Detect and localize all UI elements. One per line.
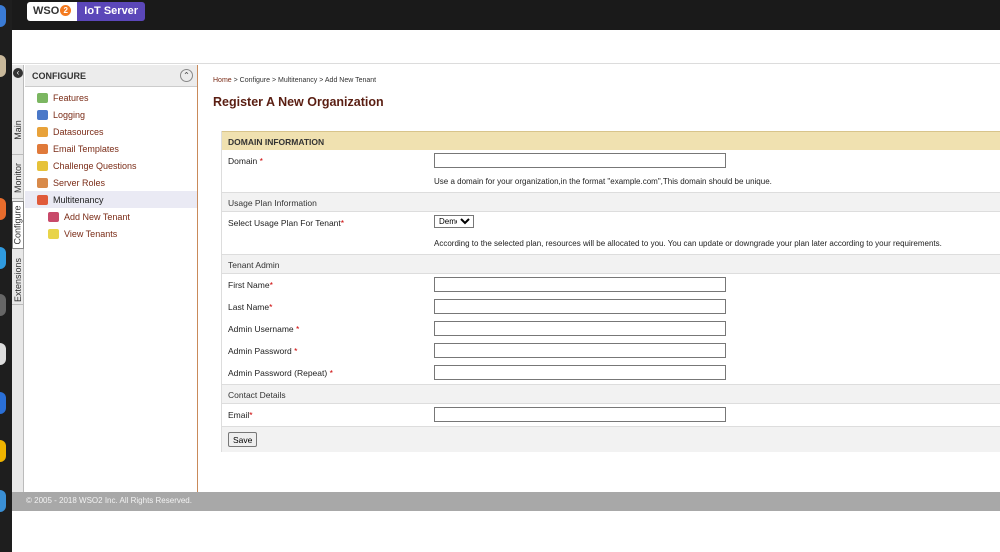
form-actions: Save: [222, 426, 1000, 452]
menu-item-email-templates[interactable]: Email Templates: [25, 140, 197, 157]
domain-row: Domain *: [222, 150, 1000, 172]
menu-item-multitenancy[interactable]: Multitenancy: [25, 191, 197, 208]
key-icon: [37, 160, 48, 171]
last-name-row: Last Name*: [222, 296, 1000, 318]
section-usage-plan: Usage Plan Information: [222, 192, 1000, 212]
section-contact-details: Contact Details: [222, 384, 1000, 404]
page-title: Register A New Organization: [213, 95, 384, 109]
admin-password-input[interactable]: [434, 343, 726, 358]
menu-item-server-roles[interactable]: Server Roles: [25, 174, 197, 191]
app-window: WSO 2 IoT Server ‹ Main Monitor Configure…: [12, 0, 1000, 552]
os-dock: [0, 0, 12, 552]
left-menu: CONFIGURE ⌃ Features Logging Datasources…: [25, 65, 198, 492]
usage-plan-row: Select Usage Plan For Tenant* Demo: [222, 212, 1000, 234]
dock-app-icon[interactable]: [0, 294, 6, 316]
main-content: Home > Configure > Multitenancy > Add Ne…: [199, 65, 1000, 492]
dock-app-icon[interactable]: [0, 5, 6, 27]
last-name-input[interactable]: [434, 299, 726, 314]
email-input[interactable]: [434, 407, 726, 422]
usage-plan-hint: According to the selected plan, resource…: [434, 239, 942, 248]
dock-app-icon[interactable]: [0, 392, 6, 414]
admin-username-input[interactable]: [434, 321, 726, 336]
multitenancy-icon: [37, 194, 48, 205]
tab-extensions[interactable]: Extensions: [12, 255, 24, 305]
breadcrumb-home-link[interactable]: Home: [213, 77, 232, 84]
tab-monitor[interactable]: Monitor: [12, 157, 24, 199]
section-tenant-admin: Tenant Admin: [222, 254, 1000, 274]
footer-copyright: © 2005 - 2018 WSO2 Inc. All Rights Reser…: [12, 492, 1000, 511]
admin-username-row: Admin Username *: [222, 318, 1000, 340]
vertical-tab-bar: ‹ Main Monitor Configure Extensions: [12, 65, 24, 492]
first-name-row: First Name*: [222, 274, 1000, 296]
tab-main[interactable]: Main: [12, 105, 24, 155]
section-domain-information: DOMAIN INFORMATION: [222, 131, 1000, 150]
admin-password-repeat-input[interactable]: [434, 365, 726, 380]
menu-item-challenge-questions[interactable]: Challenge Questions: [25, 157, 197, 174]
tab-configure[interactable]: Configure: [12, 201, 24, 249]
datasources-icon: [37, 126, 48, 137]
register-tenant-form: DOMAIN INFORMATION Domain * Use a domain…: [221, 131, 1000, 452]
dock-app-icon[interactable]: [0, 198, 6, 220]
domain-hint: Use a domain for your organization,in th…: [434, 177, 772, 186]
dock-app-icon[interactable]: [0, 440, 6, 462]
domain-input[interactable]: [434, 153, 726, 168]
save-button[interactable]: Save: [228, 432, 258, 447]
first-name-input[interactable]: [434, 277, 726, 292]
menu-item-logging[interactable]: Logging: [25, 106, 197, 123]
product-name: IoT Server: [77, 2, 146, 21]
dock-app-icon[interactable]: [0, 55, 6, 77]
admin-password-row: Admin Password *: [222, 340, 1000, 362]
usage-plan-select[interactable]: Demo: [434, 215, 474, 228]
dock-app-icon[interactable]: [0, 247, 6, 269]
view-tenants-icon: [48, 228, 59, 239]
menu-item-add-new-tenant[interactable]: Add New Tenant: [25, 208, 197, 225]
logging-icon: [37, 109, 48, 120]
add-tenant-icon: [48, 211, 59, 222]
top-header: WSO 2 IoT Server: [12, 0, 1000, 30]
menu-item-view-tenants[interactable]: View Tenants: [25, 225, 197, 242]
dock-app-icon[interactable]: [0, 343, 6, 365]
server-roles-icon: [37, 177, 48, 188]
breadcrumb: Home > Configure > Multitenancy > Add Ne…: [213, 77, 377, 84]
collapse-menu-icon[interactable]: ‹: [13, 68, 23, 78]
email-row: Email*: [222, 404, 1000, 426]
admin-password-repeat-row: Admin Password (Repeat) *: [222, 362, 1000, 384]
email-icon: [37, 143, 48, 154]
menu-item-datasources[interactable]: Datasources: [25, 123, 197, 140]
features-icon: [37, 92, 48, 103]
menu-header: CONFIGURE ⌃: [25, 65, 197, 87]
menu-item-features[interactable]: Features: [25, 89, 197, 106]
dock-app-icon[interactable]: [0, 490, 6, 512]
collapse-section-icon[interactable]: ⌃: [180, 69, 193, 82]
header-banner: [12, 30, 1000, 64]
wso2-logo[interactable]: WSO 2 IoT Server: [27, 2, 146, 21]
